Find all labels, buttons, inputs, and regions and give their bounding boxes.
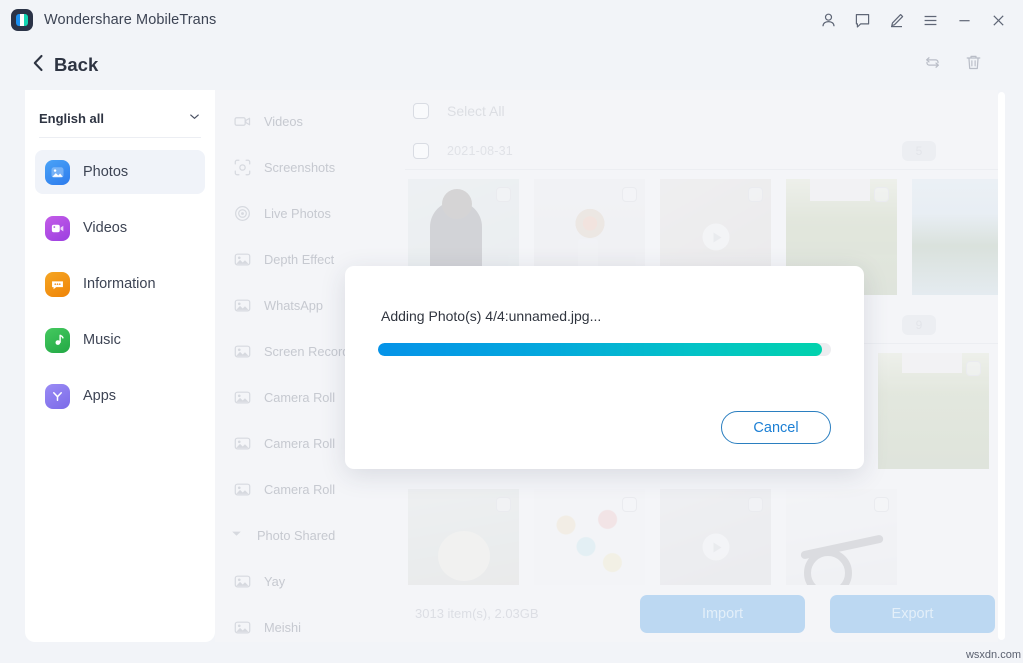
progress-dialog: Adding Photo(s) 4/4:unnamed.jpg... Cance…: [345, 266, 864, 469]
app-window: Wondershare MobileTrans Back English all…: [0, 0, 1023, 663]
modal-overlay: Adding Photo(s) 4/4:unnamed.jpg... Cance…: [0, 0, 1023, 663]
progress-bar-track: [378, 343, 831, 356]
cancel-button[interactable]: Cancel: [721, 411, 831, 444]
progress-message: Adding Photo(s) 4/4:unnamed.jpg...: [381, 308, 602, 324]
progress-bar-fill: [378, 343, 822, 356]
watermark: wsxdn.com: [965, 649, 1021, 661]
